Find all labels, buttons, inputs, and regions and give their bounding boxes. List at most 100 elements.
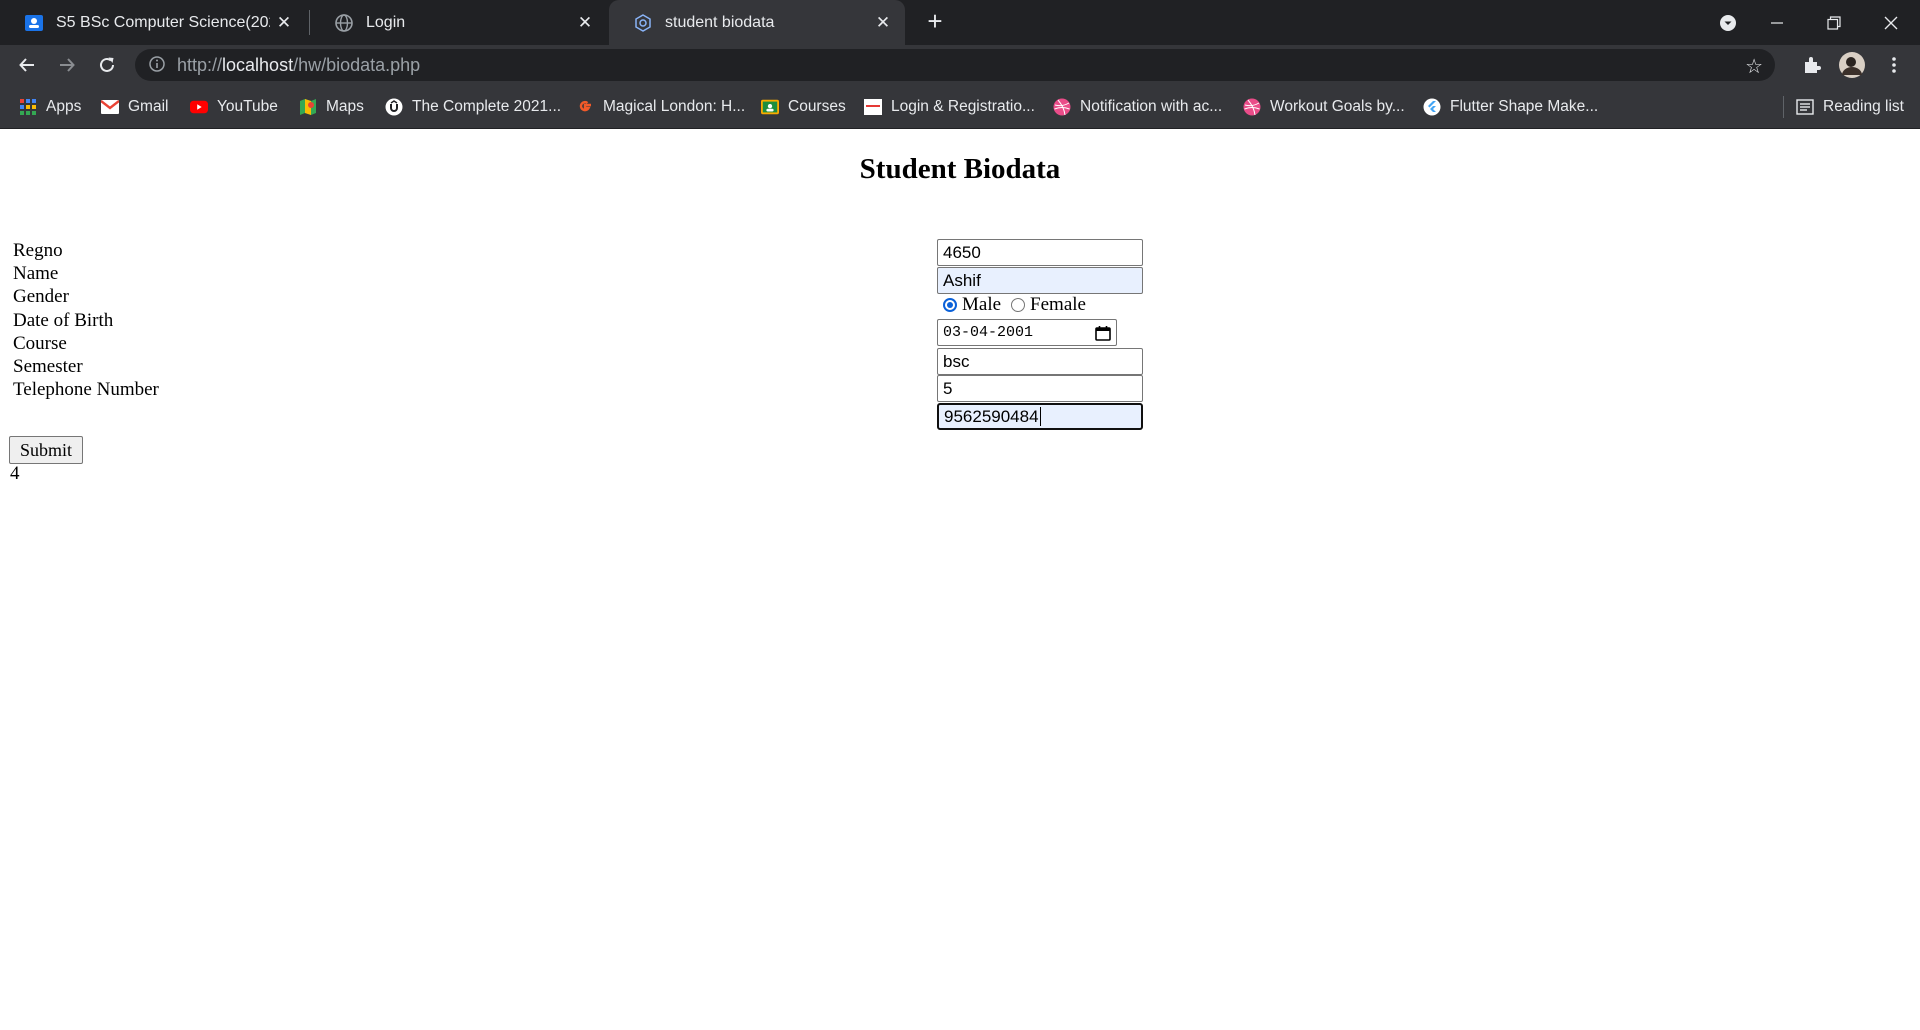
submit-button[interactable]: Submit	[9, 436, 84, 464]
restore-icon[interactable]	[1806, 0, 1862, 45]
semester-input[interactable]: 5	[937, 375, 1143, 402]
tab-close-icon[interactable]: ✕	[571, 13, 599, 33]
url-text: http://localhost/hw/biodata.php	[177, 55, 420, 76]
tab-title: student biodata	[665, 13, 775, 31]
bookmark-star-icon[interactable]: ☆	[1745, 54, 1763, 79]
page-icon	[864, 98, 882, 116]
back-icon[interactable]	[11, 49, 43, 81]
label-course: Course	[13, 332, 67, 354]
bookmark-workout-goals[interactable]: Workout Goals by...	[1243, 85, 1405, 128]
page-title: Student Biodata	[859, 153, 1061, 185]
gender-male-radio[interactable]	[943, 298, 957, 312]
result-output: 4	[10, 463, 20, 484]
browser-toolbar: http://localhost/hw/biodata.php ☆	[0, 45, 1920, 85]
bookmark-notification[interactable]: Notification with ac...	[1053, 85, 1222, 128]
bookmark-apps[interactable]: Apps	[19, 85, 81, 128]
bookmark-label: Maps	[326, 97, 364, 115]
address-bar[interactable]: http://localhost/hw/biodata.php ☆	[135, 49, 1775, 81]
reading-list-label: Reading list	[1823, 97, 1904, 115]
bookmark-gmail[interactable]: Gmail	[101, 85, 168, 128]
regno-input[interactable]: 4650	[937, 239, 1143, 266]
text-caret	[1039, 407, 1041, 426]
dribbble-icon	[1053, 98, 1071, 116]
tab-classroom[interactable]: S5 BSc Computer Science(2021-2 ✕	[0, 0, 306, 45]
bookmark-courses[interactable]: Courses	[761, 85, 846, 128]
dob-value: 03-04-2001	[943, 324, 1034, 341]
bookmarks-bar: Apps Gmail YouTube Maps The Complete 202…	[0, 85, 1920, 129]
bookmark-magical-london[interactable]: Magical London: H...	[576, 85, 745, 128]
calendar-icon[interactable]	[1095, 325, 1111, 341]
page-content: Student Biodata Regno Name Gender Date o…	[0, 129, 1920, 1030]
label-gender: Gender	[13, 286, 69, 308]
gmail-icon	[101, 98, 119, 116]
flutter-icon	[1423, 98, 1441, 116]
field-labels: Regno Name Gender Date of Birth Course S…	[13, 239, 159, 401]
bookmark-label: Magical London: H...	[603, 97, 746, 115]
label-regno: Regno	[13, 240, 63, 261]
semester-value: 5	[943, 378, 953, 398]
bookmark-label: Gmail	[128, 97, 169, 115]
globe-icon	[334, 13, 354, 33]
tab-title: Login	[366, 13, 406, 31]
reload-icon[interactable]	[91, 49, 123, 81]
regno-value: 4650	[943, 242, 981, 262]
bookmark-label: Apps	[46, 97, 82, 115]
name-value: Ashif	[943, 270, 981, 290]
google-g-icon	[576, 98, 594, 116]
bookmark-label: Login & Registratio...	[891, 97, 1035, 115]
tab-search-icon[interactable]	[1700, 0, 1756, 45]
tab-close-icon[interactable]: ✕	[270, 13, 298, 33]
bookmark-label: Courses	[788, 97, 846, 115]
reading-list-button[interactable]: Reading list	[1796, 85, 1904, 128]
bookmark-label: Workout Goals by...	[1270, 97, 1405, 115]
url-path: /hw/biodata.php	[293, 54, 421, 75]
gender-female-radio[interactable]	[1011, 298, 1026, 312]
tab-title: S5 BSc Computer Science(2021-2	[56, 13, 270, 31]
bookmark-label: Flutter Shape Make...	[1450, 97, 1599, 115]
label-dob: Date of Birth	[13, 309, 114, 331]
url-prefix: http://	[177, 54, 223, 75]
course-value: bsc	[943, 351, 970, 371]
maps-icon	[299, 98, 317, 116]
new-tab-button[interactable]: +	[921, 8, 949, 36]
classroom-icon	[24, 13, 44, 33]
tab-student-biodata[interactable]: student biodata ✕	[609, 0, 905, 45]
apps-grid-icon	[19, 98, 37, 116]
bookmark-flutter-shape[interactable]: Flutter Shape Make...	[1423, 85, 1598, 128]
dribbble-icon	[1243, 98, 1261, 116]
reading-list-icon	[1796, 98, 1814, 116]
bookmark-maps[interactable]: Maps	[299, 85, 364, 128]
classroom-icon	[761, 98, 779, 116]
url-host: localhost	[222, 54, 294, 75]
course-input[interactable]: bsc	[937, 348, 1143, 375]
page-loading-icon	[633, 13, 653, 33]
extensions-icon[interactable]	[1796, 49, 1828, 81]
label-semester: Semester	[13, 356, 83, 378]
forward-icon[interactable]	[51, 49, 83, 81]
gender-female-label: Female	[1030, 294, 1086, 315]
telephone-input[interactable]: 9562590484	[937, 403, 1143, 430]
tab-strip: S5 BSc Computer Science(2021-2 ✕ Login ✕…	[0, 0, 1920, 45]
dob-date-input[interactable]: 03-04-2001	[937, 319, 1117, 346]
tab-login[interactable]: Login ✕	[310, 0, 607, 45]
bookmark-label: YouTube	[217, 97, 278, 115]
gender-male-label: Male	[962, 294, 1002, 315]
bookmark-login-registration[interactable]: Login & Registratio...	[864, 85, 1035, 128]
bookmark-youtube[interactable]: YouTube	[190, 85, 278, 128]
udemy-icon	[385, 98, 403, 116]
bookmark-complete-2021[interactable]: The Complete 2021...	[385, 85, 561, 128]
telephone-value: 9562590484	[944, 406, 1039, 426]
profile-avatar[interactable]	[1836, 49, 1868, 81]
minimize-icon[interactable]	[1749, 0, 1805, 45]
bookmark-label: The Complete 2021...	[412, 97, 562, 115]
bookmark-label: Notification with ac...	[1080, 97, 1223, 115]
site-info-icon[interactable]	[147, 55, 167, 75]
close-window-icon[interactable]	[1863, 0, 1919, 45]
menu-kebab-icon[interactable]	[1878, 49, 1910, 81]
name-input[interactable]: Ashif	[937, 267, 1143, 294]
label-telephone: Telephone Number	[13, 379, 159, 401]
tab-close-icon[interactable]: ✕	[869, 13, 897, 33]
label-name: Name	[13, 263, 59, 285]
gender-radio-group: Male Female	[943, 294, 1086, 316]
bookmarks-divider	[1783, 96, 1784, 118]
